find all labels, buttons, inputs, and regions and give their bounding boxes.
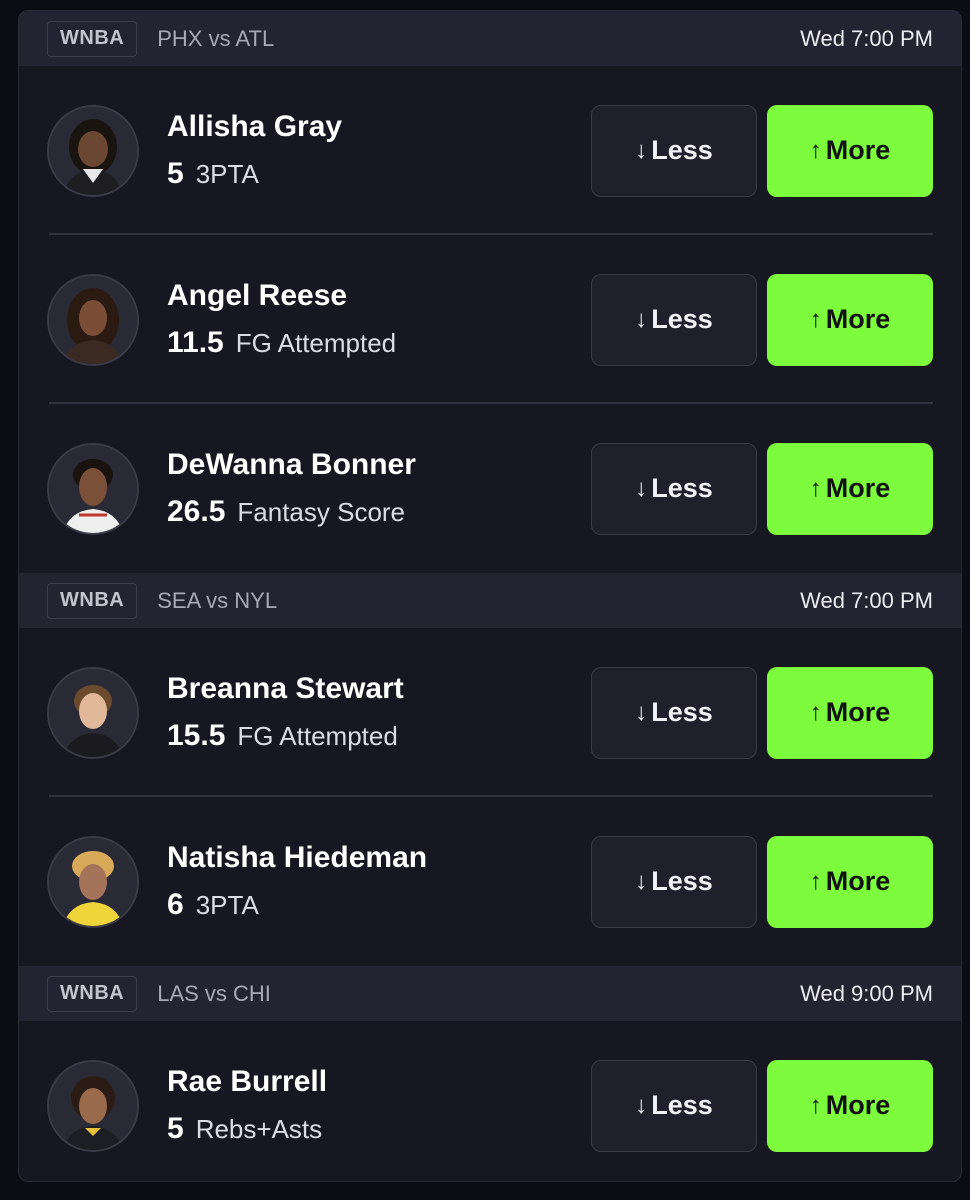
game-time: Wed 9:00 PM xyxy=(800,980,933,1006)
player-photo-icon xyxy=(49,444,137,533)
arrow-up-icon: ↑ xyxy=(809,698,822,726)
player-row: Natisha Hiedeman 6 3PTA ↓ Less ↑ More xyxy=(19,797,961,966)
arrow-up-icon: ↑ xyxy=(809,1091,822,1119)
player-avatar xyxy=(47,1059,139,1152)
matchup-label: PHX vs ATL xyxy=(157,25,275,51)
arrow-up-icon: ↑ xyxy=(809,305,822,333)
less-label: Less xyxy=(651,1090,713,1120)
stat-line-value: 11.5 xyxy=(167,326,224,359)
player-avatar xyxy=(47,104,139,197)
matchup-label: SEA vs NYL xyxy=(157,587,278,613)
stat-type: 3PTA xyxy=(195,890,259,920)
league-badge: WNBA xyxy=(47,975,138,1012)
less-label: Less xyxy=(651,697,713,727)
more-button[interactable]: ↑ More xyxy=(767,104,933,197)
league-badge: WNBA xyxy=(47,20,138,57)
league-badge: WNBA xyxy=(47,582,138,619)
stat-type: Rebs+Asts xyxy=(195,1114,323,1144)
player-avatar xyxy=(47,835,139,928)
player-photo-icon xyxy=(49,837,137,926)
game-header: WNBA SEA vs NYL Wed 7:00 PM xyxy=(19,573,961,628)
arrow-up-icon: ↑ xyxy=(809,136,822,164)
less-button[interactable]: ↓ Less xyxy=(591,273,757,366)
player-avatar xyxy=(47,442,139,535)
less-button[interactable]: ↓ Less xyxy=(591,104,757,197)
projections-panel: WNBA PHX vs ATL Wed 7:00 PM Allisha Gray… xyxy=(18,10,962,1182)
less-button[interactable]: ↓ Less xyxy=(591,1059,757,1152)
more-label: More xyxy=(825,697,891,727)
player-row: Breanna Stewart 15.5 FG Attempted ↓ Less… xyxy=(19,628,961,797)
more-button[interactable]: ↑ More xyxy=(767,442,933,535)
arrow-down-icon: ↓ xyxy=(635,1091,648,1119)
stat-line-value: 15.5 xyxy=(167,719,226,752)
player-name: DeWanna Bonner xyxy=(167,448,416,481)
stat-line-value: 5 xyxy=(167,1112,184,1145)
player-row: Angel Reese 11.5 FG Attempted ↓ Less ↑ M… xyxy=(19,235,961,404)
player-photo-icon xyxy=(49,1061,137,1150)
player-avatar xyxy=(47,666,139,759)
more-label: More xyxy=(825,866,891,896)
game-header: WNBA LAS vs CHI Wed 9:00 PM xyxy=(19,966,961,1021)
game-header: WNBA PHX vs ATL Wed 7:00 PM xyxy=(19,11,961,66)
stat-line-value: 5 xyxy=(167,157,184,190)
stat-type: 3PTA xyxy=(195,159,259,189)
more-label: More xyxy=(825,304,891,334)
arrow-down-icon: ↓ xyxy=(635,867,648,895)
less-button[interactable]: ↓ Less xyxy=(591,666,757,759)
player-name: Natisha Hiedeman xyxy=(167,841,428,874)
stat-type: Fantasy Score xyxy=(237,497,406,527)
player-name: Allisha Gray xyxy=(167,110,343,143)
player-row: Rae Burrell 5 Rebs+Asts ↓ Less ↑ More xyxy=(19,1021,961,1181)
more-button[interactable]: ↑ More xyxy=(767,1059,933,1152)
matchup-label: LAS vs CHI xyxy=(157,980,271,1006)
arrow-down-icon: ↓ xyxy=(635,136,648,164)
player-name: Angel Reese xyxy=(167,279,348,312)
less-label: Less xyxy=(651,473,713,503)
stat-type: FG Attempted xyxy=(237,721,398,751)
arrow-down-icon: ↓ xyxy=(635,698,648,726)
stat-line-value: 6 xyxy=(167,888,184,921)
less-label: Less xyxy=(651,304,713,334)
game-time: Wed 7:00 PM xyxy=(800,25,933,51)
more-label: More xyxy=(825,135,891,165)
less-label: Less xyxy=(651,866,713,896)
more-button[interactable]: ↑ More xyxy=(767,273,933,366)
arrow-up-icon: ↑ xyxy=(809,474,822,502)
more-button[interactable]: ↑ More xyxy=(767,666,933,759)
less-button[interactable]: ↓ Less xyxy=(591,835,757,928)
game-time: Wed 7:00 PM xyxy=(800,587,933,613)
stat-type: FG Attempted xyxy=(235,328,397,358)
player-photo-icon xyxy=(49,106,137,195)
player-photo-icon xyxy=(49,275,137,364)
more-label: More xyxy=(825,1090,891,1120)
less-button[interactable]: ↓ Less xyxy=(591,442,757,535)
player-name: Breanna Stewart xyxy=(167,672,404,705)
arrow-down-icon: ↓ xyxy=(635,474,648,502)
player-name: Rae Burrell xyxy=(167,1065,328,1098)
stat-line-value: 26.5 xyxy=(167,495,226,528)
arrow-down-icon: ↓ xyxy=(635,305,648,333)
player-row: DeWanna Bonner 26.5 Fantasy Score ↓ Less… xyxy=(19,404,961,573)
more-button[interactable]: ↑ More xyxy=(767,835,933,928)
more-label: More xyxy=(825,473,891,503)
player-avatar xyxy=(47,273,139,366)
arrow-up-icon: ↑ xyxy=(809,867,822,895)
player-row: Allisha Gray 5 3PTA ↓ Less ↑ More xyxy=(19,66,961,235)
less-label: Less xyxy=(651,135,713,165)
player-photo-icon xyxy=(49,668,137,757)
